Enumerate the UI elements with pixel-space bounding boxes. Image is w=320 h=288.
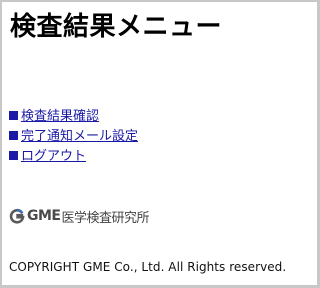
menu-item-mail-settings: 完了通知メール設定 [9,127,138,147]
result-check-label: 検査結果確認 [21,109,100,124]
page-title: 検査結果メニュー [10,12,223,42]
logo-brand: GME [27,208,61,224]
logo-company-name: 医学検査研究所 [61,210,150,226]
square-bullet-icon [9,151,18,160]
main-menu: 検査結果確認 完了通知メール設定 ログアウト [9,107,138,167]
menu-item-result-check: 検査結果確認 [9,107,138,127]
mail-settings-label: 完了通知メール設定 [21,129,139,144]
logout-link[interactable]: ログアウト [9,149,86,164]
square-bullet-icon [9,131,18,140]
logout-label: ログアウト [21,149,87,164]
gme-g-logo-icon [9,208,25,224]
page-frame: 検査結果メニュー 検査結果確認 完了通知メール設定 ログアウト GME 医学検査… [2,2,317,285]
mail-settings-link[interactable]: 完了通知メール設定 [9,129,138,144]
company-logo: GME 医学検査研究所 [9,206,150,226]
square-bullet-icon [9,111,18,120]
result-check-link[interactable]: 検査結果確認 [9,109,99,124]
copyright-text: COPYRIGHT GME Co., Ltd. All Rights reser… [9,260,287,274]
menu-item-logout: ログアウト [9,147,138,167]
